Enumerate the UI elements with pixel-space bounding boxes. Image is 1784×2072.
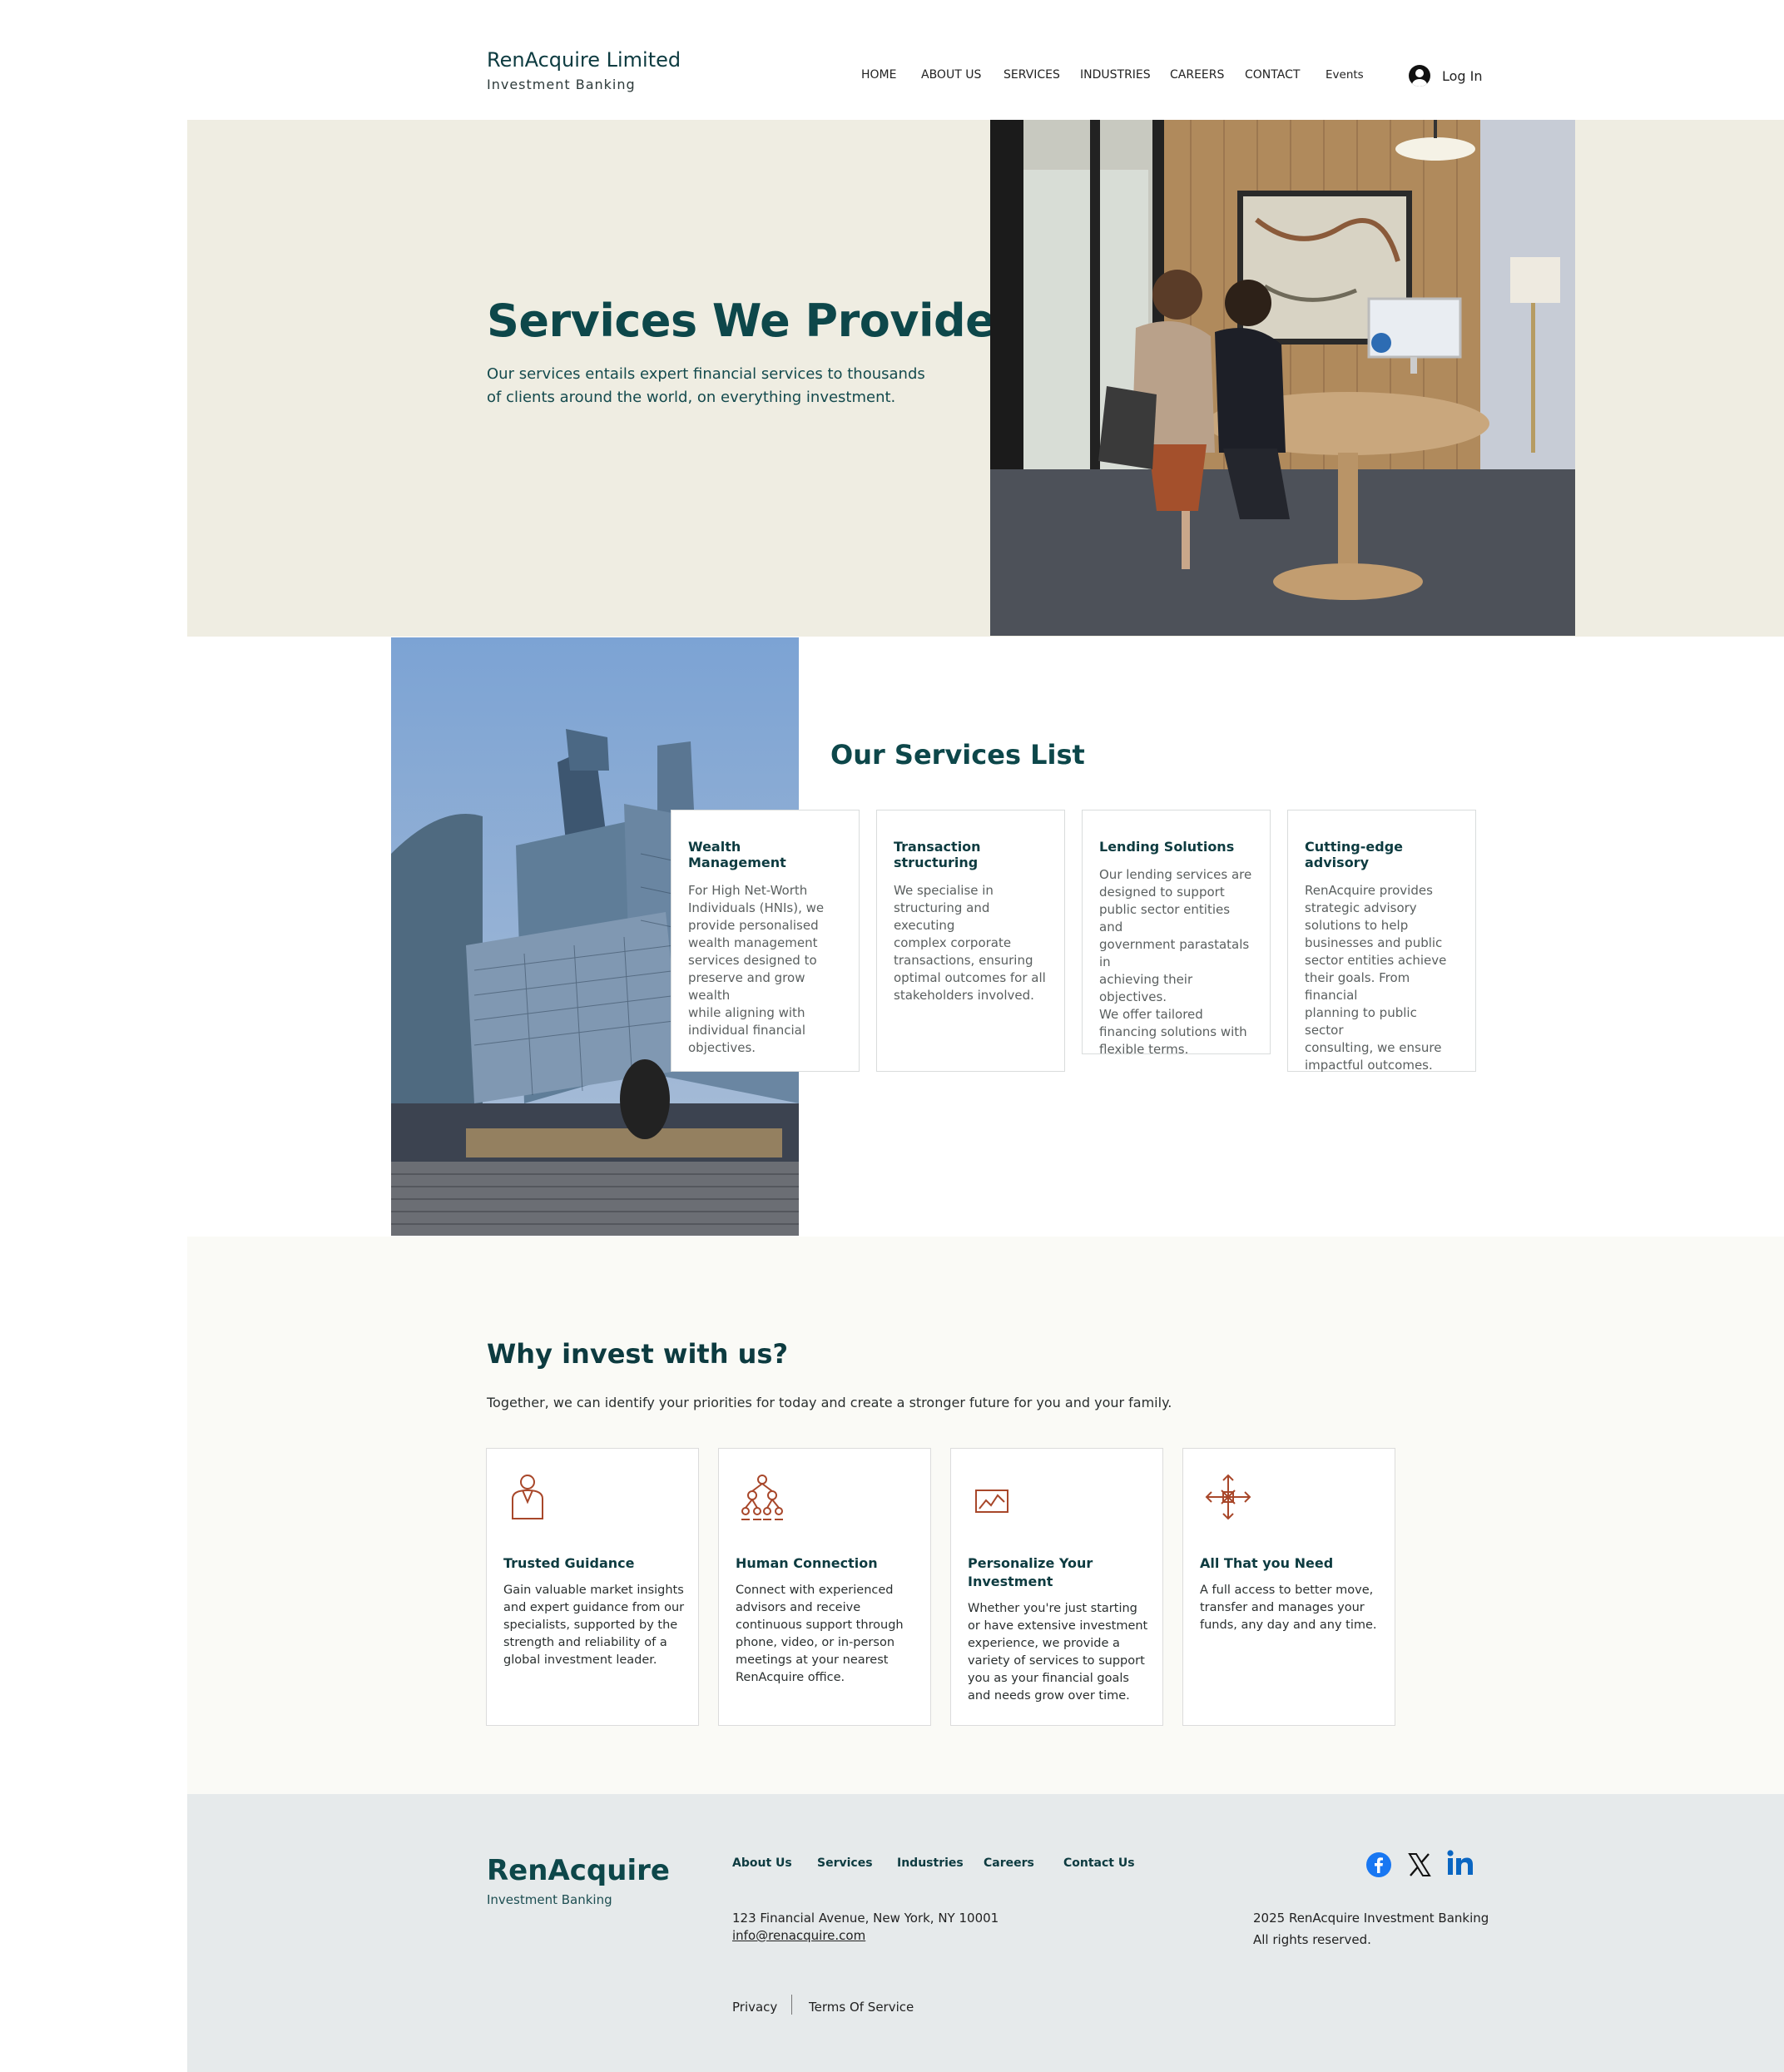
why-card-text: Whether you're just starting or have ext… <box>968 1602 1148 1703</box>
service-card-title: Wealth Management <box>688 839 786 870</box>
facebook-icon[interactable] <box>1366 1852 1391 1877</box>
footer <box>187 1794 1784 2072</box>
service-card-text: For High Net-Worth Individuals (HNIs), w… <box>688 883 825 1055</box>
why-card-text: A full access to better move, transfer a… <box>1200 1584 1377 1632</box>
x-icon[interactable] <box>1408 1852 1431 1877</box>
service-card-transaction-structuring[interactable]: Transaction structuring We specialise in… <box>876 810 1065 1072</box>
why-card-title: Trusted Guidance <box>503 1555 635 1571</box>
hero-title: Services We Provide <box>487 295 996 347</box>
brand-name[interactable]: RenAcquire Limited <box>487 48 681 72</box>
nav-careers[interactable]: CAREERS <box>1170 68 1224 82</box>
brand-tagline: Investment Banking <box>487 77 636 92</box>
footer-copyright: 2025 RenAcquire Investment Banking All r… <box>1253 1911 1489 1947</box>
footer-terms-link[interactable]: Terms Of Service <box>809 2000 914 2015</box>
footer-link-careers[interactable]: Careers <box>984 1856 1034 1870</box>
hero-office-photo <box>990 120 1575 636</box>
why-card-text: Gain valuable market insights and expert… <box>503 1584 685 1667</box>
service-card-text: Our lending services are designed to sup… <box>1099 867 1252 1057</box>
why-card-title: Human Connection <box>736 1555 878 1571</box>
why-card-personalize-investment: Personalize Your Investment Whether you'… <box>950 1448 1163 1726</box>
person-icon <box>512 1475 543 1519</box>
footer-email-link[interactable]: info@renacquire.com <box>732 1928 865 1943</box>
services-title: Our Services List <box>830 739 1085 771</box>
footer-tagline: Investment Banking <box>487 1892 612 1907</box>
nav-about-us[interactable]: ABOUT US <box>921 68 981 82</box>
why-card-trusted-guidance: Trusted Guidance Gain valuable market in… <box>486 1448 699 1726</box>
chart-icon <box>975 1490 1008 1513</box>
nav-events[interactable]: Events <box>1326 68 1364 82</box>
service-card-title: Lending Solutions <box>1099 839 1235 855</box>
nav-services[interactable]: SERVICES <box>1004 68 1060 82</box>
why-card-all-that-you-need: All That you Need A full access to bette… <box>1182 1448 1395 1726</box>
footer-link-contact-us[interactable]: Contact Us <box>1063 1856 1135 1870</box>
linkedin-icon[interactable] <box>1446 1849 1474 1877</box>
footer-address: 123 Financial Avenue, New York, NY 10001 <box>732 1911 999 1926</box>
nav-home[interactable]: HOME <box>861 68 896 82</box>
service-card-text: RenAcquire provides strategic advisory s… <box>1305 883 1447 1073</box>
service-card-text: We specialise in structuring and executi… <box>894 883 1046 1003</box>
footer-legal-divider <box>791 1995 792 2015</box>
user-avatar-icon <box>1409 65 1430 87</box>
service-card-title: Cutting-edge advisory <box>1305 839 1404 870</box>
why-text: Together, we can identify your prioritie… <box>487 1395 1172 1410</box>
nav-contact[interactable]: CONTACT <box>1245 68 1300 82</box>
why-card-human-connection: Human Connection Connect with experience… <box>718 1448 931 1726</box>
footer-link-industries[interactable]: Industries <box>897 1856 964 1870</box>
login-button[interactable]: Log In <box>1409 65 1483 87</box>
service-card-wealth-management[interactable]: Wealth Management For High Net-Worth Ind… <box>671 810 860 1072</box>
why-card-title: Personalize Your Investment <box>968 1555 1093 1589</box>
why-title: Why invest with us? <box>487 1338 789 1370</box>
footer-privacy-link[interactable]: Privacy <box>732 2000 777 2015</box>
service-card-title: Transaction structuring <box>894 839 981 870</box>
footer-link-about-us[interactable]: About Us <box>732 1856 792 1870</box>
login-label: Log In <box>1442 67 1483 84</box>
service-card-lending-solutions[interactable]: Lending Solutions Our lending services a… <box>1082 810 1271 1057</box>
network-icon <box>741 1475 783 1520</box>
service-card-cutting-edge-advisory[interactable]: Cutting-edge advisory RenAcquire provide… <box>1287 810 1476 1073</box>
hero-text: Our services entails expert financial se… <box>487 365 925 406</box>
arrows-icon <box>1205 1474 1251 1520</box>
footer-link-services[interactable]: Services <box>817 1856 873 1870</box>
footer-brand[interactable]: RenAcquire <box>487 1854 670 1887</box>
why-card-text: Connect with experienced advisors and re… <box>736 1584 904 1684</box>
why-card-title: All That you Need <box>1200 1555 1334 1571</box>
nav-industries[interactable]: INDUSTRIES <box>1080 68 1151 82</box>
